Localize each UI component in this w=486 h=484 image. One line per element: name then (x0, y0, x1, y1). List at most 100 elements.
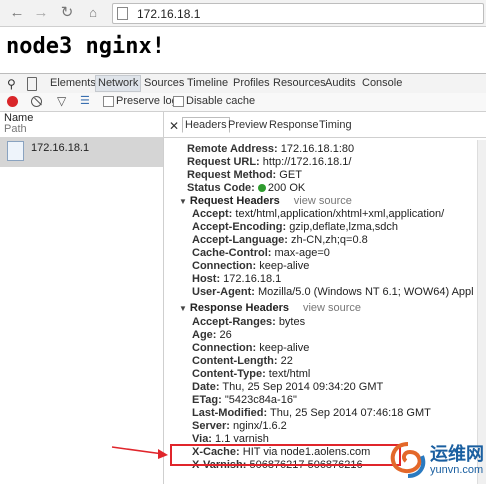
header-value: Thu, 25 Sep 2014 09:34:20 GMT (222, 381, 384, 393)
request-list (0, 112, 164, 484)
header-row: ETag: "5423c84a-16" (192, 394, 297, 407)
header-row: Accept: text/html,application/xhtml+xml,… (192, 208, 444, 221)
page-icon (117, 7, 128, 20)
header-row: Last-Modified: Thu, 25 Sep 2014 07:46:18… (192, 407, 431, 420)
url-text: 172.16.18.1 (137, 7, 201, 21)
tab-network[interactable]: Network (95, 75, 142, 92)
general-row: Request Method: GET (187, 169, 302, 182)
header-key: Remote Address: (187, 143, 278, 155)
section-title: Request Headers (189, 195, 280, 207)
header-key: Request URL: (187, 156, 260, 168)
header-key: User-Agent: (192, 286, 255, 298)
document-icon (7, 141, 24, 161)
network-toolbar: ▽ ☰ Preserve log Disable cache (0, 93, 486, 112)
header-key: Cache-Control: (192, 247, 272, 259)
status-ok-icon (257, 184, 266, 193)
tab-timeline[interactable]: Timeline (187, 77, 228, 89)
detail-tabs: ✕ Headers Preview Response Timing (164, 116, 486, 138)
tab-resources[interactable]: Resources (273, 77, 326, 89)
header-key: Date: (192, 381, 220, 393)
expand-triangle-icon: ▼ (179, 304, 187, 313)
close-icon[interactable]: ✕ (169, 119, 179, 133)
tab-sources[interactable]: Sources (144, 77, 184, 89)
tab-elements[interactable]: Elements (50, 77, 96, 89)
section-title: Response Headers (189, 302, 289, 314)
watermark-url: yunvn.com (430, 464, 484, 476)
header-value: Thu, 25 Sep 2014 07:46:18 GMT (270, 407, 431, 419)
header-value: GET (279, 169, 302, 181)
header-row: Host: 172.16.18.1 (192, 273, 281, 286)
header-key: Status Code: (187, 182, 255, 194)
forward-arrow-icon[interactable]: → (32, 4, 50, 22)
tab-profiles[interactable]: Profiles (233, 77, 270, 89)
reload-icon[interactable]: ↻ (58, 4, 76, 22)
browser-toolbar: ← → ↻ ⌂ 172.16.18.1 (0, 0, 486, 27)
header-key: Accept-Language: (192, 234, 288, 246)
view-source-link[interactable]: view source (303, 302, 361, 314)
highlight-box (170, 444, 401, 466)
header-key: Request Method: (187, 169, 277, 181)
header-value: max-age=0 (274, 247, 330, 259)
request-headers-section[interactable]: ▼ Request Headers view source (179, 195, 352, 208)
response-headers-section[interactable]: ▼ Response Headers view source (179, 302, 361, 315)
general-row: Request URL: http://172.16.18.1/ (187, 156, 351, 169)
header-value: gzip,deflate,lzma,sdch (289, 221, 399, 233)
home-icon[interactable]: ⌂ (84, 4, 102, 22)
watermark-text: 运维网 (430, 444, 484, 464)
general-row: Status Code: 200 OK (187, 182, 305, 195)
scrollbar[interactable] (477, 140, 486, 484)
header-key: ETag: (192, 394, 222, 406)
header-value: text/html (268, 368, 311, 380)
filter-icon[interactable]: ▽ (57, 94, 66, 108)
header-row: Cache-Control: max-age=0 (192, 247, 330, 260)
header-row: Accept-Encoding: gzip,deflate,lzma,sdch (192, 221, 398, 234)
header-value: 200 OK (267, 182, 306, 194)
header-row: Server: nginx/1.6.2 (192, 420, 287, 433)
header-key: Server: (192, 420, 230, 432)
header-key: Connection: (192, 342, 257, 354)
request-row[interactable]: 172.16.18.1 (0, 137, 163, 167)
list-view-icon[interactable]: ☰ (80, 94, 90, 107)
header-row: Connection: keep-alive (192, 260, 309, 273)
tab-response[interactable]: Response (269, 119, 319, 131)
header-value: "5423c84a-16" (224, 394, 297, 406)
header-row: Accept-Language: zh-CN,zh;q=0.8 (192, 234, 368, 247)
tab-timing[interactable]: Timing (319, 119, 352, 131)
tab-preview[interactable]: Preview (228, 119, 267, 131)
header-value: keep-alive (259, 342, 310, 354)
header-key: Age: (192, 329, 217, 341)
expand-triangle-icon: ▼ (179, 197, 187, 206)
header-row: Age: 26 (192, 329, 232, 342)
record-icon[interactable] (7, 96, 18, 107)
page-heading: node3 nginx! (6, 34, 165, 59)
request-list-header: Name Path (0, 112, 164, 136)
header-key: Accept-Encoding: (192, 221, 287, 233)
preserve-log-checkbox[interactable] (103, 96, 114, 107)
header-key: Accept: (192, 208, 233, 220)
header-key: Host: (192, 273, 221, 285)
tab-audits[interactable]: Audits (325, 77, 356, 89)
header-value: http://172.16.18.1/ (262, 156, 352, 168)
watermark-logo: 运维网 yunvn.com (386, 436, 486, 484)
header-key: Accept-Ranges: (192, 316, 276, 328)
header-row: Date: Thu, 25 Sep 2014 09:34:20 GMT (192, 381, 383, 394)
back-arrow-icon[interactable]: ← (8, 4, 26, 22)
search-icon[interactable]: ⚲ (7, 77, 16, 91)
path-column-header[interactable]: Path (4, 123, 27, 135)
preserve-log-label: Preserve log (116, 95, 178, 107)
header-value: Mozilla/5.0 (Windows NT 6.1; WOW64) Appl (258, 286, 474, 298)
general-row: Remote Address: 172.16.18.1:80 (187, 143, 354, 156)
header-key: Content-Type: (192, 368, 266, 380)
header-value: 26 (219, 329, 232, 341)
header-row: Content-Type: text/html (192, 368, 310, 381)
header-row: Content-Length: 22 (192, 355, 293, 368)
device-mode-icon[interactable] (27, 77, 37, 91)
tab-headers[interactable]: Headers (182, 117, 230, 133)
disable-cache-checkbox[interactable] (173, 96, 184, 107)
disable-cache-label: Disable cache (186, 95, 256, 107)
view-source-link[interactable]: view source (294, 195, 352, 207)
header-value: bytes (278, 316, 306, 328)
address-bar[interactable]: 172.16.18.1 (112, 3, 484, 24)
tab-console[interactable]: Console (362, 77, 402, 89)
header-value: 172.16.18.1:80 (280, 143, 355, 155)
